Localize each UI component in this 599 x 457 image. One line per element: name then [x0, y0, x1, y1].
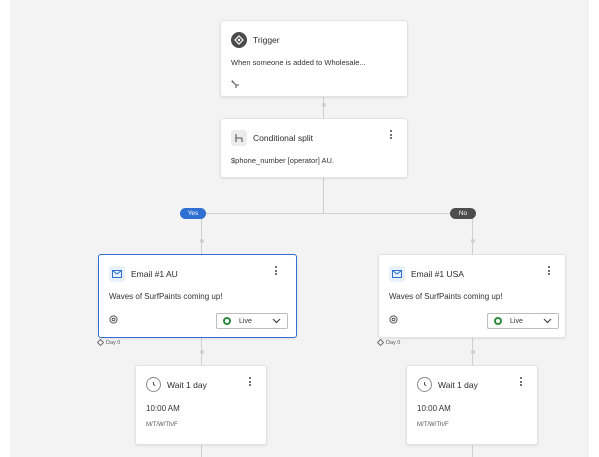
email-usa-status-label: Live [510, 317, 523, 325]
connector-dot [470, 350, 475, 354]
split-title: Conditional split [253, 133, 314, 143]
connector-branch-horizontal [201, 213, 473, 214]
email-au-day: Day 0 [97, 339, 120, 346]
split-menu-icon[interactable] [390, 130, 393, 139]
email-usa-card[interactable]: Email #1 USA Waves of SurfPaints coming … [378, 254, 566, 338]
branch-yes-badge: Yes [180, 208, 206, 219]
email-au-title: Email #1 AU [131, 269, 178, 279]
wait-right-menu-icon[interactable] [520, 377, 523, 386]
wait-right-days: M/T/W/Th/F [417, 422, 449, 428]
clock-icon [146, 377, 161, 392]
connector-dot [199, 239, 204, 243]
connector-dot [470, 239, 475, 243]
email-usa-title: Email #1 USA [411, 269, 464, 279]
trigger-card[interactable]: Trigger When someone is added to Wholesa… [220, 20, 408, 97]
connector-no-down [472, 213, 473, 254]
wait-right-card[interactable]: Wait 1 day 10:00 AM M/T/W/Th/F [406, 365, 538, 445]
conditional-split-card[interactable]: Conditional split $phone_number [operato… [220, 118, 408, 178]
live-status-icon [494, 317, 502, 325]
wait-left-menu-icon[interactable] [249, 377, 252, 386]
clock-icon [417, 377, 432, 392]
branch-no-badge: No [450, 208, 476, 219]
trigger-small-icon [97, 339, 104, 346]
email-au-card[interactable]: Email #1 AU Waves of SurfPaints coming u… [98, 254, 297, 338]
connector-wait-right-down [472, 445, 473, 457]
trigger-small-icon [377, 339, 384, 346]
flow-canvas[interactable]: Trigger When someone is added to Wholesa… [0, 0, 599, 457]
email-usa-status-select[interactable]: Live [487, 313, 559, 329]
connector-wait-left-down [201, 445, 202, 457]
at-sign-icon [389, 315, 398, 324]
email-au-status-label: Live [239, 317, 252, 325]
email-icon [389, 266, 405, 282]
at-sign-icon [109, 315, 118, 324]
email-usa-subject: Waves of SurfPaints coming up! [389, 292, 503, 301]
email-usa-menu-icon[interactable] [548, 266, 551, 275]
email-au-subject: Waves of SurfPaints coming up! [109, 292, 223, 301]
email-icon [109, 266, 125, 282]
wait-right-title: Wait 1 day [438, 379, 478, 390]
connector-trigger-split [323, 97, 324, 118]
email-au-day-label: Day 0 [106, 339, 121, 346]
wait-right-time: 10:00 AM [417, 404, 451, 413]
connector-yes-down [201, 213, 202, 254]
trigger-description: When someone is added to Wholesale... [231, 58, 366, 67]
connector-split-down [323, 178, 324, 213]
email-au-status-select[interactable]: Live [216, 313, 288, 329]
live-status-icon [223, 317, 231, 325]
connector-dot [199, 350, 204, 354]
split-condition: $phone_number [operator] AU. [231, 156, 334, 165]
chevron-down-icon [272, 318, 281, 324]
wait-left-card[interactable]: Wait 1 day 10:00 AM M/T/W/Th/F [135, 365, 267, 445]
wait-left-title: Wait 1 day [167, 379, 207, 390]
email-usa-day: Day 0 [377, 339, 400, 346]
trigger-icon [231, 32, 247, 48]
filter-icon[interactable] [231, 80, 240, 89]
trigger-title: Trigger [253, 35, 280, 45]
chevron-down-icon [543, 318, 552, 324]
connector-dot [321, 103, 326, 107]
wait-left-time: 10:00 AM [146, 404, 180, 413]
email-au-menu-icon[interactable] [275, 266, 278, 275]
wait-left-days: M/T/W/Th/F [146, 422, 178, 428]
split-icon [231, 130, 247, 146]
email-usa-day-label: Day 0 [386, 339, 401, 346]
